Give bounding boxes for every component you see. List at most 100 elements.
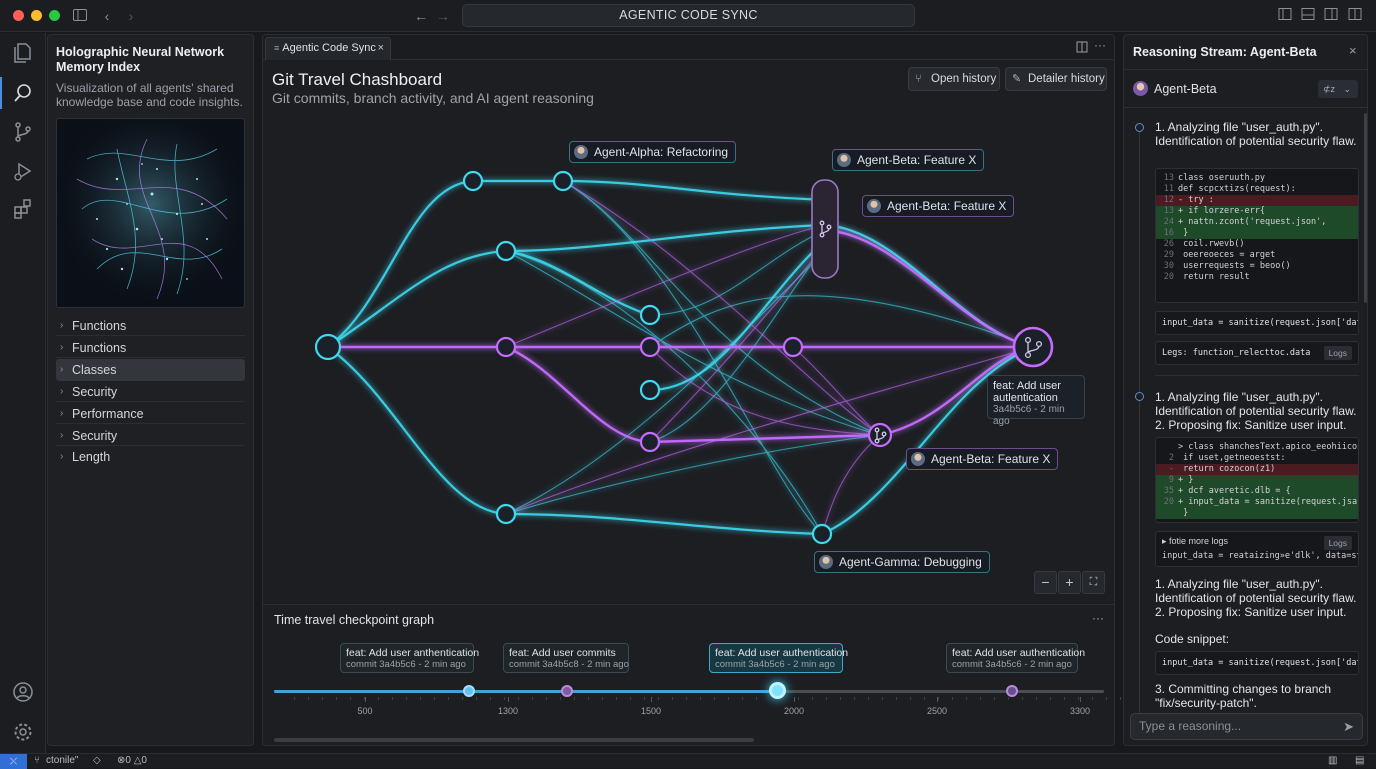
checkpoint-card[interactable]: feat: Add user commits commit 3a4b5c8 - 2… [503,643,629,673]
detailed-history-button[interactable]: ✎ Detailer history [1005,67,1107,91]
code-diff-block: 13 class oseruuth.py 11 def scpcxtizs(reque… [1155,168,1359,303]
layout-left-icon[interactable] [1276,7,1294,25]
close-tab-icon[interactable]: × [378,38,384,59]
reasoning-step: 1. Analyzing file "user_auth.py". Identi… [1155,390,1357,432]
tree-item[interactable]: › Functions [56,338,245,358]
minimize-window-button[interactable] [31,10,42,21]
checkpoint-card[interactable]: feat: Add user authentication commit 3a4b… [946,643,1085,673]
timeline-minor-tick [672,697,673,700]
agent-gamma-label[interactable]: Agent-Gamma: Debugging [814,551,990,573]
layout-bottom-icon[interactable] [1299,7,1317,25]
forward-icon[interactable]: › [122,7,140,25]
graph-zoom-controls: − + ⛶ [1034,571,1106,595]
checkpoint-marker[interactable] [561,685,573,697]
agent-beta-label[interactable]: Agent-Beta: Feature X [906,448,1059,470]
search-icon[interactable] [11,81,35,105]
agent-filter-dropdown[interactable]: ⊄z ⌄ [1318,80,1358,98]
code-line: 30 userrequests = beoo() [1163,261,1291,271]
back-icon[interactable]: ‹ [98,7,116,25]
account-icon[interactable] [11,680,35,704]
timeline-title: Time travel checkpoint graph [274,613,435,627]
timeline-tick-label: 1500 [640,706,662,716]
send-icon[interactable]: ➤ [1343,714,1354,739]
agent-beta-label[interactable]: Agent-Beta: Feature X [862,195,1015,217]
agent-beta-label[interactable]: Agent-Beta: Feature X [832,149,985,171]
close-icon[interactable]: × [1349,43,1357,58]
settings-gear-icon[interactable] [11,720,35,744]
more-actions-icon[interactable]: ··· [1094,38,1106,52]
chevron-right-icon: › [60,342,64,353]
checkpoint-marker[interactable] [463,685,475,697]
timeline-minor-tick [644,697,645,700]
tree-item[interactable]: › Length [56,447,245,467]
layout-icon[interactable]: ▥ [1328,754,1337,768]
checkpoint-marker[interactable] [1006,685,1018,697]
checkpoint-card-active[interactable]: feat: Add user authentication commit 3a4b… [709,643,848,673]
sidebar-toggle-icon[interactable] [71,7,89,25]
maximize-window-button[interactable] [49,10,60,21]
logs-button[interactable]: Logs [1323,536,1352,550]
reasoning-input[interactable]: Type a reasoning... ➤ [1130,713,1363,740]
git-branch-graph[interactable] [262,110,1115,600]
chevron-down-icon: ⌄ [1343,84,1352,94]
avatar [574,145,588,159]
code-line: 11 def scpcxtizs(request): [1163,184,1296,194]
timeline-minor-tick [630,697,631,700]
tree-item[interactable]: › Performance [56,404,245,424]
layout-right-icon[interactable] [1322,7,1340,25]
split-editor-icon[interactable] [1075,40,1089,54]
timeline-minor-tick [392,697,393,700]
panel-title: Holographic Neural Network Memory Index [56,45,225,74]
code-line: 20 return result [1163,272,1250,282]
notifications-icon[interactable]: ▤ [1355,754,1364,768]
timeline-minor-tick [1022,697,1023,700]
tab-bar: ≡ Agentic Code Sync × ··· [263,35,1114,60]
timeline-tick-label: 2000 [783,706,805,716]
tree-item-selected[interactable]: › Classes [56,359,245,381]
close-window-button[interactable] [13,10,24,21]
timeline-track[interactable] [274,690,1104,693]
problems-indicator[interactable]: ⊗0 △0 [117,754,147,768]
tree-item[interactable]: › Security [56,426,245,446]
tree-item[interactable]: › Functions [56,316,245,336]
agent-alpha-label[interactable]: Agent-Alpha: Refactoring [569,141,737,163]
checkpoint-card[interactable]: feat: Add user anthentication commit 3a4b… [340,643,479,673]
zoom-out-button[interactable]: − [1034,571,1057,594]
timeline-more-icon[interactable]: ··· [1092,611,1104,625]
tree-item[interactable]: › Security [56,382,245,402]
horizontal-scrollbar[interactable] [274,738,754,742]
file-icon: ≡ [274,43,280,53]
timeline-minor-tick [490,697,491,700]
branch-name[interactable]: ctonile" [46,754,78,768]
history-forward-icon[interactable]: → [434,7,452,25]
timeline-minor-tick [826,697,827,700]
command-center[interactable]: AGENTIC CODE SYNC [462,4,915,27]
timeline-tick [651,697,652,702]
customize-layout-icon[interactable] [1346,7,1364,25]
timeline-minor-tick [924,697,925,700]
extensions-icon[interactable] [11,197,35,221]
run-debug-icon[interactable] [11,159,35,183]
timeline-minor-tick [322,697,323,700]
timeline-minor-tick [448,697,449,700]
explorer-icon[interactable] [11,41,35,65]
timeline-minor-tick [1106,697,1107,700]
timeline-tick-label: 2500 [926,706,948,716]
open-history-button[interactable]: ⑂ Open history [908,67,1000,91]
scrollbar-thumb[interactable] [1364,113,1367,303]
sync-icon[interactable]: ◇ [93,754,101,768]
step-marker [1135,392,1144,401]
source-control-icon[interactable] [11,120,35,144]
timeline-minor-tick [560,697,561,700]
code-line: 16 } [1156,228,1358,239]
zoom-in-button[interactable]: + [1058,571,1081,594]
history-back-icon[interactable]: ← [412,7,430,25]
timeline-minor-tick [658,697,659,700]
remote-indicator[interactable]: ⤬ [0,754,27,769]
fit-view-button[interactable]: ⛶ [1082,571,1105,594]
code-line: 24 + nattn.zcont('request.json', [1156,217,1358,228]
chevron-right-icon: › [60,408,64,419]
tab-agentic-code-sync[interactable]: ≡ Agentic Code Sync × [265,37,391,60]
timeline-tick [1080,697,1081,702]
logs-button[interactable]: Logs [1323,346,1352,360]
